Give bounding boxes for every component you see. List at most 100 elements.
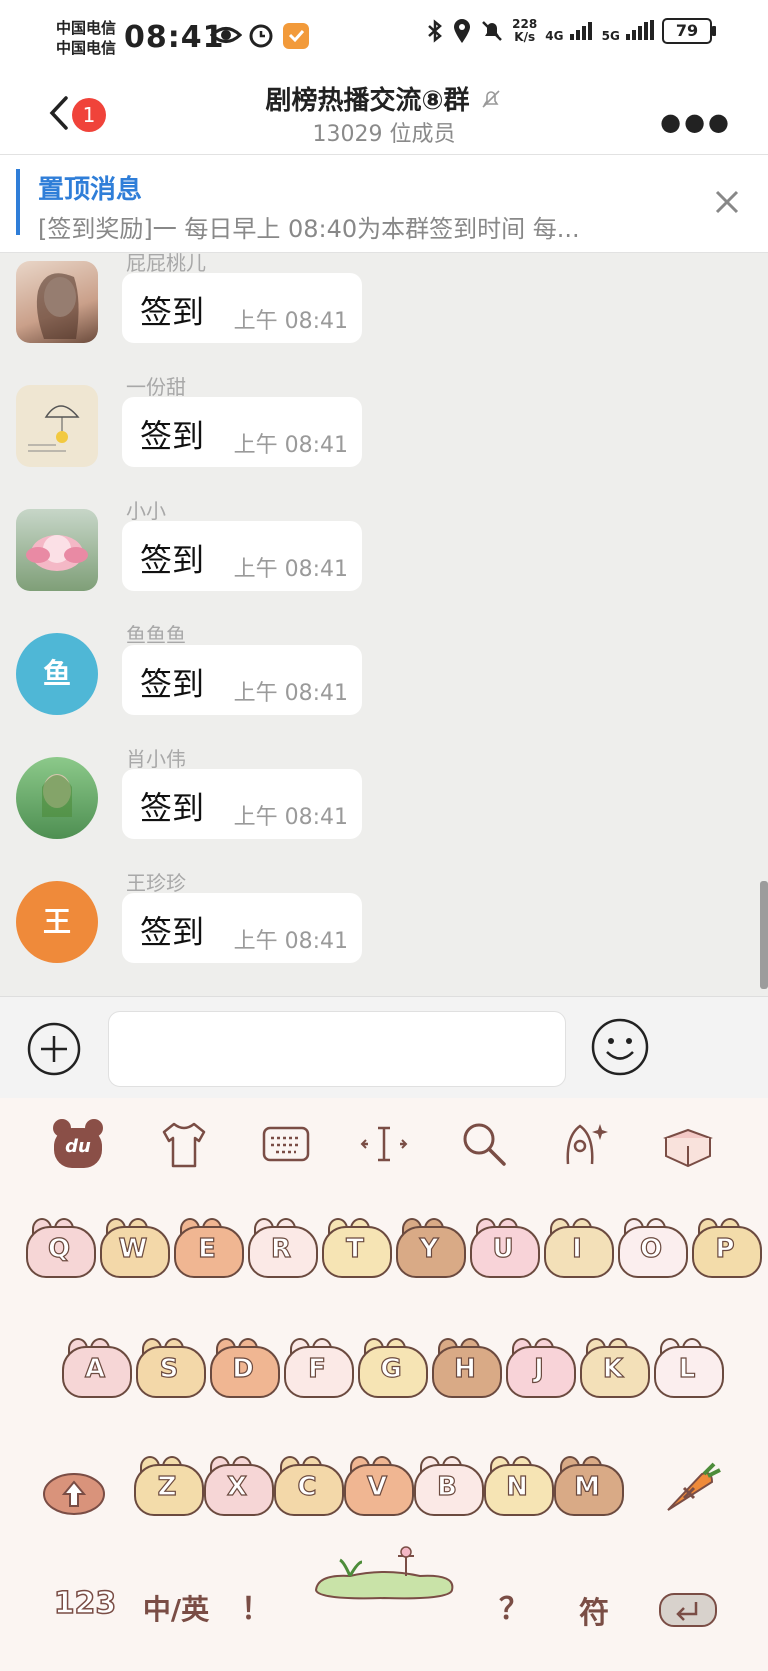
key-c[interactable]: C <box>272 1454 344 1516</box>
backspace-carrot-icon[interactable] <box>658 1460 724 1520</box>
avatar[interactable]: 鱼 <box>16 633 98 715</box>
message-bubble[interactable]: 签到 上午 08:41 <box>122 893 362 963</box>
key-label: K <box>602 1353 624 1384</box>
key-n[interactable]: N <box>482 1454 554 1516</box>
avatar[interactable] <box>16 509 98 591</box>
keyboard-brand: du <box>65 1136 91 1157</box>
group-title[interactable]: 剧榜热播交流⑧群 <box>0 80 768 117</box>
sender-name: 鱼鱼鱼 <box>126 623 186 647</box>
signal-bars-icon <box>626 20 654 40</box>
location-icon <box>454 19 471 43</box>
app-notification-icon <box>283 23 309 49</box>
avatar[interactable]: 王 <box>16 881 98 963</box>
language-switch-key[interactable]: 中/英 <box>136 1588 216 1628</box>
message-row: 鱼 鱼鱼鱼 签到 上午 08:41 <box>0 619 768 743</box>
question-key[interactable]: ？ <box>494 1584 534 1628</box>
key-q[interactable]: Q <box>24 1216 96 1278</box>
message-input[interactable] <box>108 1011 566 1087</box>
key-label: G <box>380 1353 403 1384</box>
message-bubble[interactable]: 签到 上午 08:41 <box>122 769 362 839</box>
key-l[interactable]: L <box>652 1336 724 1398</box>
message-row: 肖小伟 签到 上午 08:41 <box>0 743 768 867</box>
more-options-icon[interactable]: ●●● <box>660 108 732 136</box>
key-j[interactable]: J <box>504 1336 576 1398</box>
key-k[interactable]: K <box>578 1336 650 1398</box>
key-label: W <box>118 1233 148 1264</box>
key-s[interactable]: S <box>134 1336 206 1398</box>
number-key[interactable]: 123 <box>40 1585 130 1622</box>
keyboard-icon[interactable] <box>258 1116 314 1172</box>
key-v[interactable]: V <box>342 1454 414 1516</box>
key-o[interactable]: O <box>616 1216 688 1278</box>
net-speed-unit: K/s <box>514 30 536 44</box>
key-f[interactable]: F <box>282 1336 354 1398</box>
signal-4g: 4G <box>545 20 593 42</box>
message-row: 王 王珍珍 签到 上午 08:41 <box>0 867 768 991</box>
avatar[interactable] <box>16 385 98 467</box>
key-label: Q <box>47 1233 71 1264</box>
key-r[interactable]: R <box>246 1216 318 1278</box>
space-key-grass-icon[interactable] <box>310 1540 458 1602</box>
message-time: 上午 08:41 <box>233 929 348 954</box>
message-bubble[interactable]: 签到 上午 08:41 <box>122 397 362 467</box>
pinned-accent-bar <box>16 169 20 235</box>
key-label: I <box>572 1233 583 1264</box>
carrier-top: 中国电信 <box>56 19 117 37</box>
key-g[interactable]: G <box>356 1336 428 1398</box>
key-p[interactable]: P <box>690 1216 762 1278</box>
message-text: 签到 <box>140 789 205 827</box>
shift-key-icon[interactable] <box>42 1464 106 1520</box>
close-icon[interactable] <box>710 185 744 219</box>
message-text: 签到 <box>140 293 205 331</box>
key-label: L <box>678 1353 696 1384</box>
message-bubble[interactable]: 签到 上午 08:41 <box>122 273 362 343</box>
shirt-icon[interactable] <box>156 1116 212 1172</box>
message-bubble[interactable]: 签到 上午 08:41 <box>122 521 362 591</box>
key-d[interactable]: D <box>208 1336 280 1398</box>
bear-logo-icon[interactable]: du <box>50 1116 106 1172</box>
exclamation-key[interactable]: ！ <box>236 1584 276 1628</box>
message-bubble[interactable]: 签到 上午 08:41 <box>122 645 362 715</box>
key-u[interactable]: U <box>468 1216 540 1278</box>
sender-name: 一份甜 <box>126 375 186 399</box>
key-t[interactable]: T <box>320 1216 392 1278</box>
key-y[interactable]: Y <box>394 1216 466 1278</box>
pinned-message[interactable]: 置顶消息 [签到奖励]一 每日早上 08:40为本群签到时间 每... <box>0 155 768 253</box>
key-b[interactable]: B <box>412 1454 484 1516</box>
alarm-icon <box>249 24 273 48</box>
sender-name: 肖小伟 <box>126 747 186 771</box>
enter-key-icon[interactable] <box>656 1588 720 1632</box>
emoji-icon[interactable] <box>590 1017 650 1077</box>
number-key-label: 123 <box>53 1585 117 1622</box>
avatar[interactable] <box>16 261 98 343</box>
scrollbar[interactable] <box>760 881 768 989</box>
message-text: 签到 <box>140 665 205 703</box>
net-speed: 228 K/s <box>512 18 537 44</box>
key-m[interactable]: M <box>552 1454 624 1516</box>
key-x[interactable]: X <box>202 1454 274 1516</box>
key-h[interactable]: H <box>430 1336 502 1398</box>
key-w[interactable]: W <box>98 1216 170 1278</box>
message-list[interactable]: 屁屁桃儿 签到 上午 08:41 一份甜 签到 上午 08:41 小小 签到 上… <box>0 253 768 996</box>
ai-write-icon[interactable] <box>556 1116 612 1172</box>
key-label: O <box>639 1233 663 1264</box>
key-label: F <box>308 1353 327 1384</box>
symbol-key[interactable]: 符 <box>572 1588 616 1632</box>
mute-bell-icon <box>482 21 503 41</box>
pinned-title: 置顶消息 <box>38 175 143 205</box>
message-row: 一份甜 签到 上午 08:41 <box>0 371 768 495</box>
add-attachment-icon[interactable] <box>26 1021 82 1077</box>
search-icon[interactable] <box>456 1116 512 1172</box>
key-a[interactable]: A <box>60 1336 132 1398</box>
carrier-bottom: 中国电信 <box>56 39 117 57</box>
status-right-group: 228 K/s 4G 5G 79 <box>426 18 716 44</box>
avatar[interactable] <box>16 757 98 839</box>
key-label: U <box>492 1233 514 1264</box>
cursor-move-icon[interactable] <box>356 1116 412 1172</box>
input-bar <box>0 996 768 1099</box>
signal-5g-label: 5G <box>601 29 620 43</box>
key-z[interactable]: Z <box>132 1454 204 1516</box>
key-i[interactable]: I <box>542 1216 614 1278</box>
key-e[interactable]: E <box>172 1216 244 1278</box>
gift-box-icon[interactable] <box>660 1116 716 1172</box>
